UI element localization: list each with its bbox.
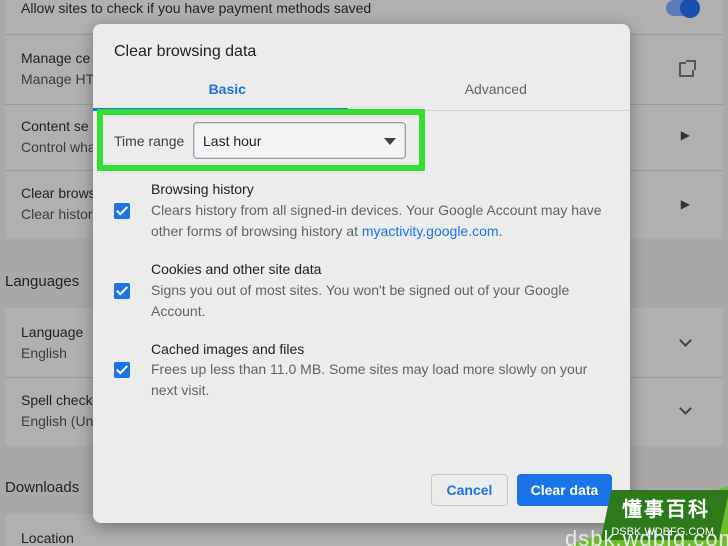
dialog-title: Clear browsing data — [114, 43, 257, 60]
arrow-right-icon[interactable]: ▶ — [681, 197, 690, 211]
setting-title: Location — [21, 530, 74, 546]
tab-basic[interactable]: Basic — [93, 74, 362, 111]
cookies-checkbox[interactable] — [114, 283, 130, 299]
option-title: Browsing history — [151, 181, 254, 197]
option-description: Clears history from all signed-in device… — [151, 200, 611, 242]
option-title: Cookies and other site data — [151, 261, 322, 277]
setting-row-clear-browsing[interactable]: Clear brows Clear histor — [21, 183, 96, 225]
description-period: . — [498, 223, 503, 239]
option-description: Frees up less than 11.0 MB. Some sites m… — [151, 361, 588, 398]
myactivity-link[interactable]: myactivity.google.com — [362, 223, 499, 239]
watermark-logo-text: 懂事百科 — [622, 499, 710, 521]
cancel-button[interactable]: Cancel — [431, 474, 508, 506]
downloads-heading: Downloads — [5, 479, 80, 496]
option-description: Signs you out of most sites. You won't b… — [151, 282, 570, 319]
cached-images-checkbox[interactable] — [114, 362, 130, 378]
setting-row-location[interactable]: Location — [21, 528, 74, 546]
watermark-bottom-text: dsbk.wdbfg.com — [565, 526, 728, 546]
external-link-icon[interactable] — [679, 60, 696, 77]
time-range-value: Last hour — [203, 133, 262, 149]
setting-row-payment-methods[interactable]: Allow sites to check if you have payment… — [21, 0, 371, 19]
browsing-history-checkbox[interactable] — [114, 203, 130, 219]
setting-subtitle: English — [21, 345, 67, 361]
option-title: Cached images and files — [151, 341, 305, 357]
setting-title: Spell check — [21, 392, 93, 408]
time-range-dropdown[interactable]: Last hour — [193, 122, 406, 159]
setting-subtitle: Control wha — [21, 139, 96, 155]
setting-row-content-settings[interactable]: Content se Control wha — [21, 116, 96, 158]
setting-title: Language — [21, 324, 84, 340]
time-range-label: Time range — [114, 133, 185, 149]
setting-subtitle: Manage HT — [21, 71, 95, 87]
setting-subtitle: English (Un — [21, 413, 94, 429]
setting-title: Clear brows — [21, 185, 96, 201]
languages-heading: Languages — [5, 273, 80, 290]
setting-subtitle: Clear histor — [21, 206, 93, 222]
setting-row-manage-certificates[interactable]: Manage ce Manage HT — [21, 48, 94, 90]
dropdown-arrow-icon — [384, 138, 396, 145]
payment-methods-toggle[interactable] — [666, 0, 700, 18]
setting-title: Content se — [21, 118, 89, 134]
arrow-right-icon[interactable]: ▶ — [681, 128, 690, 142]
tab-bar: Basic Advanced — [93, 74, 630, 111]
setting-title: Manage ce — [21, 50, 91, 66]
setting-row-spell-check[interactable]: Spell check English (Un — [21, 390, 93, 432]
setting-row-language[interactable]: Language English — [21, 322, 83, 364]
tab-advanced[interactable]: Advanced — [362, 74, 631, 111]
clear-browsing-data-dialog: Clear browsing data Basic Advanced Time … — [93, 24, 630, 523]
setting-title: Allow sites to check if you have payment… — [21, 0, 372, 16]
